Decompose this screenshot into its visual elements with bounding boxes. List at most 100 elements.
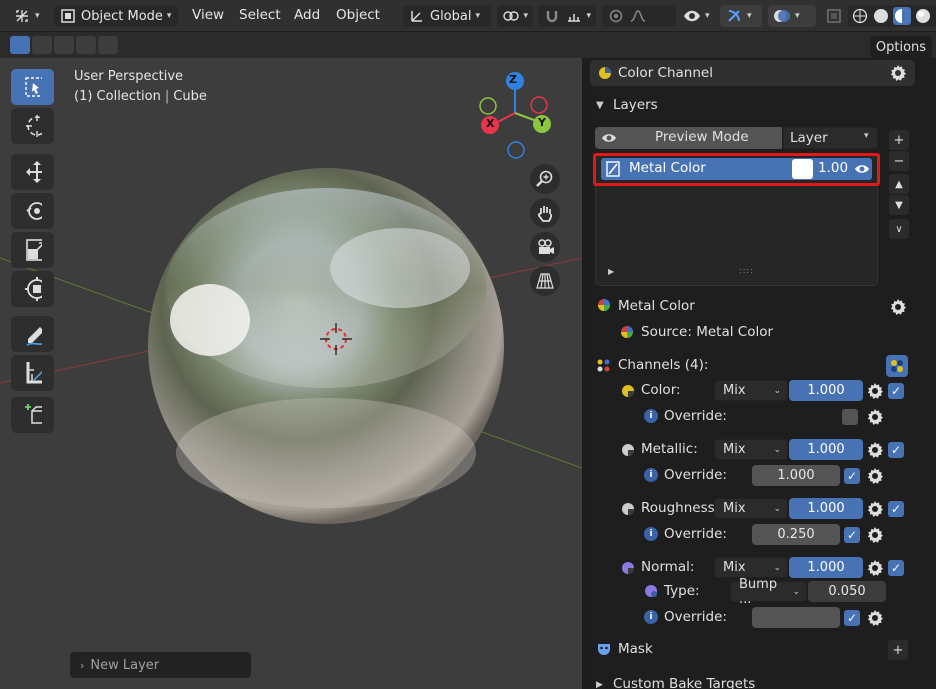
annotate-tool[interactable] (11, 316, 54, 352)
move-layer-down-button[interactable]: ▼ (889, 195, 909, 215)
override-checkbox[interactable]: ✓ (844, 610, 860, 626)
chevron-down-icon: ▾ (705, 11, 710, 21)
camera-view-button[interactable] (530, 232, 560, 262)
channel-strength-field[interactable]: 1.000 (789, 498, 863, 519)
chevron-right-icon[interactable]: ▶ (608, 267, 614, 276)
gear-icon[interactable] (865, 499, 885, 519)
visibility-dropdown[interactable]: ▾ (678, 5, 718, 27)
3d-viewport[interactable]: User Perspective (1) Collection | Cube Z… (0, 58, 582, 689)
move-tool[interactable] (11, 154, 54, 190)
overlays-toggle[interactable]: ▾ (768, 5, 816, 27)
select-extend-button[interactable] (32, 36, 52, 54)
proportional-editing[interactable] (602, 5, 676, 27)
channel-enabled-checkbox[interactable]: ✓ (888, 442, 904, 458)
solid-shading-icon[interactable] (872, 7, 890, 25)
palette-icon (891, 360, 903, 372)
chevron-down-icon[interactable]: ▼ (596, 100, 604, 111)
menu-object[interactable]: Object (336, 7, 380, 23)
channel-strength-field[interactable]: 1.000 (789, 439, 863, 460)
wireframe-shading-icon[interactable] (851, 7, 869, 25)
gear-icon[interactable] (865, 558, 885, 578)
layer-specials-button[interactable]: ∨ (889, 219, 909, 239)
channels-palette-button[interactable] (886, 355, 908, 377)
mode-dropdown[interactable]: Object Mode ▾ (54, 5, 178, 27)
rotate-tool[interactable] (11, 193, 54, 229)
object-mode-icon (59, 7, 77, 25)
menu-add[interactable]: Add (294, 7, 320, 23)
gear-icon[interactable] (865, 440, 885, 460)
transform-orientation-dropdown[interactable]: Global ▾ (403, 5, 491, 27)
editor-type-button[interactable]: ▾ (8, 5, 48, 27)
shading-modes[interactable] (848, 5, 936, 27)
material-shading-icon[interactable] (893, 7, 911, 25)
cursor-tool[interactable] (11, 108, 54, 144)
blend-mode-dropdown[interactable]: Mix ⌄ (714, 557, 788, 578)
chevron-down-icon: ∨ (895, 223, 903, 235)
override-normal-field[interactable] (752, 607, 840, 628)
gear-icon[interactable] (865, 407, 885, 427)
select-invert-button[interactable] (76, 36, 96, 54)
preview-mode-button[interactable]: Preview Mode (595, 127, 782, 149)
snap-controls[interactable]: ▾ (538, 5, 596, 27)
scale-tool[interactable] (11, 232, 54, 268)
channel-enabled-checkbox[interactable]: ✓ (888, 560, 904, 576)
select-subtract-button[interactable] (54, 36, 74, 54)
gear-icon[interactable] (865, 608, 885, 628)
gear-icon[interactable] (888, 297, 908, 317)
override-checkbox[interactable]: ✓ (844, 527, 860, 543)
remove-layer-button[interactable]: − (889, 151, 909, 171)
rendered-shading-icon[interactable] (914, 7, 932, 25)
xray-toggle[interactable] (822, 5, 846, 27)
magnet-icon (543, 7, 561, 25)
pivot-dropdown[interactable]: ▾ (497, 5, 533, 27)
new-layer-operator-panel[interactable]: › New Layer (70, 652, 251, 678)
chevron-down-icon: ⌄ (773, 444, 781, 455)
cursor-icon (24, 115, 42, 137)
color-channel-header[interactable]: Color Channel (590, 60, 915, 86)
override-value-field[interactable]: 1.000 (752, 465, 840, 486)
panel-scrollbar[interactable] (926, 58, 936, 689)
gizmo-z-label: Z (509, 73, 517, 86)
override-checkbox[interactable] (842, 409, 858, 425)
layer-dropdown[interactable]: Layer ▾ (783, 127, 878, 149)
options-button[interactable]: Options (870, 36, 932, 58)
select-box-tool[interactable] (11, 69, 54, 105)
gear-icon[interactable] (865, 525, 885, 545)
measure-tool[interactable] (11, 355, 54, 391)
blend-mode-dropdown[interactable]: Mix ⌄ (714, 380, 788, 401)
channel-metallic-label: Metallic: (641, 441, 698, 457)
normal-type-dropdown[interactable]: Bump ... ⌄ (730, 577, 807, 607)
gear-icon[interactable] (865, 466, 885, 486)
zoom-button[interactable] (530, 164, 560, 194)
channel-strength-field[interactable]: 1.000 (789, 380, 863, 401)
select-new-button[interactable] (10, 36, 30, 54)
chevron-down-icon: ▾ (747, 11, 752, 21)
gear-icon[interactable] (865, 381, 885, 401)
blend-mode-dropdown[interactable]: Mix ⌄ (714, 498, 788, 519)
gizmo-toggle[interactable]: ▾ (720, 5, 762, 27)
perspective-toggle-button[interactable] (530, 266, 560, 296)
override-value-field[interactable]: 0.250 (752, 524, 840, 545)
highlight-box (593, 153, 880, 186)
select-intersect-button[interactable] (98, 36, 118, 54)
menu-view[interactable]: View (192, 7, 224, 23)
add-layer-button[interactable]: + (889, 130, 909, 150)
pan-button[interactable] (530, 198, 560, 228)
channel-strength-field[interactable]: 1.000 (789, 557, 863, 578)
add-cube-tool[interactable] (11, 397, 54, 433)
move-layer-up-button[interactable]: ▲ (889, 174, 909, 194)
menu-select[interactable]: Select (239, 7, 281, 23)
channel-roughness-label: Roughness: (641, 500, 720, 516)
bump-strength-field[interactable]: 0.050 (808, 581, 886, 602)
transform-tool[interactable] (11, 271, 54, 307)
resize-grip-icon[interactable]: :::: (739, 266, 754, 275)
channel-enabled-checkbox[interactable]: ✓ (888, 383, 904, 399)
add-mask-button[interactable]: + (888, 640, 908, 660)
blend-mode-dropdown[interactable]: Mix ⌄ (714, 439, 788, 460)
blend-mode-label: Mix (723, 560, 746, 575)
override-checkbox[interactable]: ✓ (844, 468, 860, 484)
blend-mode-label: Mix (723, 383, 746, 398)
chevron-right-icon[interactable]: ▶ (596, 680, 603, 689)
channel-enabled-checkbox[interactable]: ✓ (888, 501, 904, 517)
gear-icon[interactable] (888, 63, 908, 83)
